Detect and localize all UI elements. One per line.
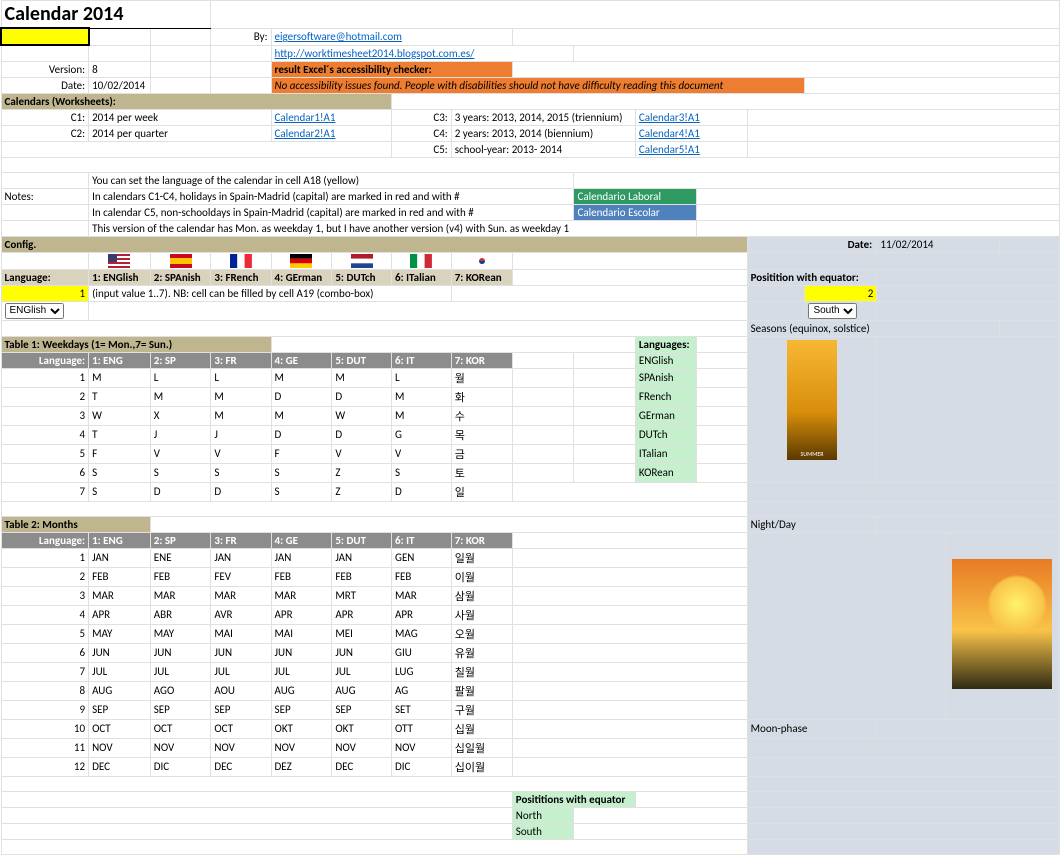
c5-val: school-year: 2013- 2014 [451,141,635,157]
col-it: 6: IT [392,352,452,368]
pos-south: South [512,823,574,839]
lang3: 3: FRench [211,269,271,285]
c1-link[interactable]: Calendar1!A1 [271,109,391,125]
date-label: Date: [1,77,89,93]
c4-key: C4: [392,125,452,141]
col-kor: 7: KOR [451,352,512,368]
pos-eq-label: Positition with equator: [747,269,877,285]
flag-us-icon [108,254,130,268]
table1-header: Table 1: Weekdays (1= Mon.,7= Sun.) [1,336,271,352]
notes-label: Notes: [1,188,89,204]
c3-key: C3: [392,109,452,125]
seasons-label: Seasons (equinox, solstice) [747,320,1000,336]
lang6: 6: ITalian [392,269,452,285]
pos-combo[interactable]: South [808,303,857,319]
sun-image [952,559,1052,689]
lang-input[interactable]: 1 [1,285,89,301]
col-sp: 2: SP [150,352,211,368]
c2-link[interactable]: Calendar2!A1 [271,125,391,141]
moon-phase-label: Moon-phase [747,719,877,738]
version-val: 8 [89,61,151,77]
acc-result: No accessibility issues found. People wi… [271,77,805,93]
version-label: Version: [1,61,89,77]
lang5: 5: DUTch [332,269,392,285]
language-label: Language: [1,269,89,285]
cals-header: Calendars (Worksheets): [1,93,392,109]
c3-link[interactable]: Calendar3!A1 [635,109,747,125]
by-label: By: [211,28,271,45]
email-link[interactable]: eigersoftware@hotmail.com [271,28,512,45]
col-dut: 5: DUT [332,352,392,368]
lang1: 1: ENGlish [89,269,151,285]
date-val: 10/02/2014 [89,77,151,93]
c3-val: 3 years: 2013, 2014, 2015 (triennium) [451,109,635,125]
right-date: 11/02/2014 [877,236,1000,252]
positions-header: Posititions with equator [512,791,635,807]
list-item: ENGlish [635,352,696,368]
pos-eq-val[interactable]: 2 [805,285,877,301]
cal-escolar-button[interactable]: Calendario Escolar [574,204,697,220]
c5-link[interactable]: Calendar5!A1 [635,141,747,157]
seasons-image [787,340,837,460]
c4-val: 2 years: 2013, 2014 (biennium) [451,125,635,141]
wd-row: 1 [1,368,89,387]
lang-combo[interactable]: ENGlish [5,303,64,319]
lang2: 2: SPAnish [150,269,211,285]
lang-row-label: Language: [1,352,89,368]
url-link[interactable]: http://worktimesheet2014.blogspot.com.es… [271,45,574,61]
acc-label: result Excel´s accessibility checker: [271,61,512,77]
flag-fr-icon [230,254,252,268]
note1: In calendars C1-C4, holidays in Spain-Ma… [89,188,574,204]
lang4: 4: GErman [271,269,332,285]
c5-key: C5: [392,141,452,157]
c2-val: 2014 per quarter [89,125,271,141]
config-header: Config. [1,236,747,252]
lang7: 7: KORean [451,269,512,285]
page-title: Calendar 2014 [1,1,211,29]
lang-note: (input value 1..7). NB: cell can be fill… [89,285,452,301]
selection-cell[interactable] [1,28,89,45]
table2-header: Table 2: Months [1,516,150,532]
cal-laboral-button[interactable]: Calendario Laboral [574,188,697,204]
c4-link[interactable]: Calendar4!A1 [635,125,747,141]
langs-header: Languages: [635,336,696,352]
note2: In calendar C5, non-schooldays in Spain-… [89,204,574,220]
flag-de-icon [290,254,312,268]
flag-es-icon [170,254,192,268]
flag-kr-icon [471,254,493,268]
flag-nl-icon [351,254,373,268]
c1-val: 2014 per week [89,109,271,125]
note3: This version of the calendar has Mon. as… [89,220,697,236]
night-day-label: Night/Day [747,516,877,532]
flag-it-icon [410,254,432,268]
col-fr: 3: FR [211,352,271,368]
col-ge: 4: GE [271,352,332,368]
lang-line: You can set the language of the calendar… [89,172,574,188]
right-date-label: Date: [747,236,877,252]
c1-key: C1: [1,109,89,125]
col-eng: 1: ENG [89,352,151,368]
pos-north: North [512,807,574,823]
month-row: 1 [1,548,89,567]
c2-key: C2: [1,125,89,141]
